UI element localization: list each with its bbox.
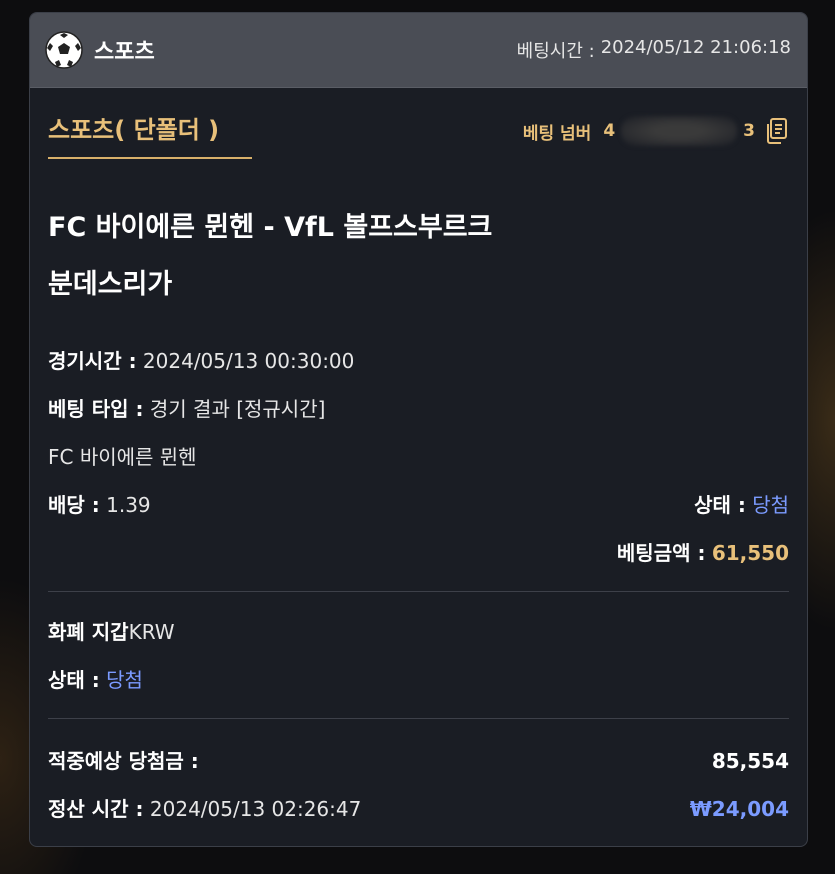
game-time-value: 2024/05/13 00:30:00 [142, 349, 355, 373]
odds-value: 1.39 [106, 493, 151, 517]
expected-winnings-row: 적중예상 당첨금 : 85,554 [48, 747, 789, 775]
expected-winnings-value: 85,554 [711, 749, 789, 773]
currency-label: 화폐 지갑 [48, 620, 129, 644]
game-time-label: 경기시간 : [48, 349, 137, 373]
wallet-status-value: 당첨 [106, 668, 143, 692]
currency-value: KRW [128, 620, 175, 644]
league-name: 분데스리가 [48, 269, 173, 300]
odds-status-row: 배당 : 1.39 상태 : 당첨 [48, 491, 789, 519]
redacted-mark [621, 116, 738, 146]
top-row: 스포츠( 단폴더 ) 베팅 넘버 4 3 [48, 88, 789, 163]
settle-row: 정산 시간 : 2024/05/13 02:26:47 ₩24,004 [48, 795, 789, 823]
wallet-status-label: 상태 : [48, 668, 100, 692]
bet-type-row: 베팅 타입 : 경기 결과 [정규시간] [48, 395, 789, 423]
bet-time-label: 베팅시간 : [516, 41, 595, 62]
copy-icon[interactable] [765, 117, 789, 145]
amount-label: 베팅금액 : [616, 541, 706, 565]
card-body: 스포츠( 단폴더 ) 베팅 넘버 4 3 FC 바이에른 뮌헨 - VfL 볼프… [30, 88, 807, 823]
match-title: FC 바이에른 뮌헨 - VfL 볼프스부르크 [48, 212, 493, 243]
wallet-status-row: 상태 : 당첨 [48, 666, 789, 694]
expected-winnings-label: 적중예상 당첨금 : [48, 749, 199, 773]
status-value: 당첨 [752, 493, 789, 517]
tab-single-folder[interactable]: 스포츠( 단폴더 ) [48, 110, 252, 159]
bet-slip-card: 스포츠 베팅시간 : 2024/05/12 21:06:18 스포츠( 단폴더 … [29, 12, 808, 847]
divider [48, 591, 789, 592]
settle-amount: ₩24,004 [689, 797, 789, 821]
bet-number-end: 3 [743, 121, 755, 141]
selection-value: FC 바이에른 뮌헨 [48, 445, 197, 469]
bet-time: 베팅시간 : 2024/05/12 21:06:18 [517, 37, 791, 63]
settle-time-label: 정산 시간 : [48, 797, 144, 821]
amount-value: 61,550 [711, 541, 789, 565]
card-header: 스포츠 베팅시간 : 2024/05/12 21:06:18 [30, 13, 807, 88]
status-label: 상태 : [694, 493, 746, 517]
currency-row: 화폐 지갑KRW [48, 618, 789, 646]
bet-type-value: 경기 결과 [정규시간] [149, 397, 326, 421]
bet-number-start: 4 [603, 121, 616, 141]
selection-row: FC 바이에른 뮌헨 [48, 443, 789, 471]
amount-row: 베팅금액 : 61,550 [48, 539, 789, 567]
bet-number: 베팅 넘버 4 3 [523, 116, 789, 146]
bet-type-label: 베팅 타입 : [48, 397, 144, 421]
bet-time-value: 2024/05/12 21:06:18 [600, 37, 791, 58]
settle-time-value: 2024/05/13 02:26:47 [149, 797, 362, 821]
odds-label: 배당 : [48, 493, 100, 517]
header-left: 스포츠 [44, 30, 155, 70]
soccer-ball-icon [45, 31, 83, 69]
divider [48, 718, 789, 719]
bet-number-label: 베팅 넘버 [522, 123, 592, 144]
game-time-row: 경기시간 : 2024/05/13 00:30:00 [48, 347, 789, 375]
header-title: 스포츠 [94, 40, 155, 65]
